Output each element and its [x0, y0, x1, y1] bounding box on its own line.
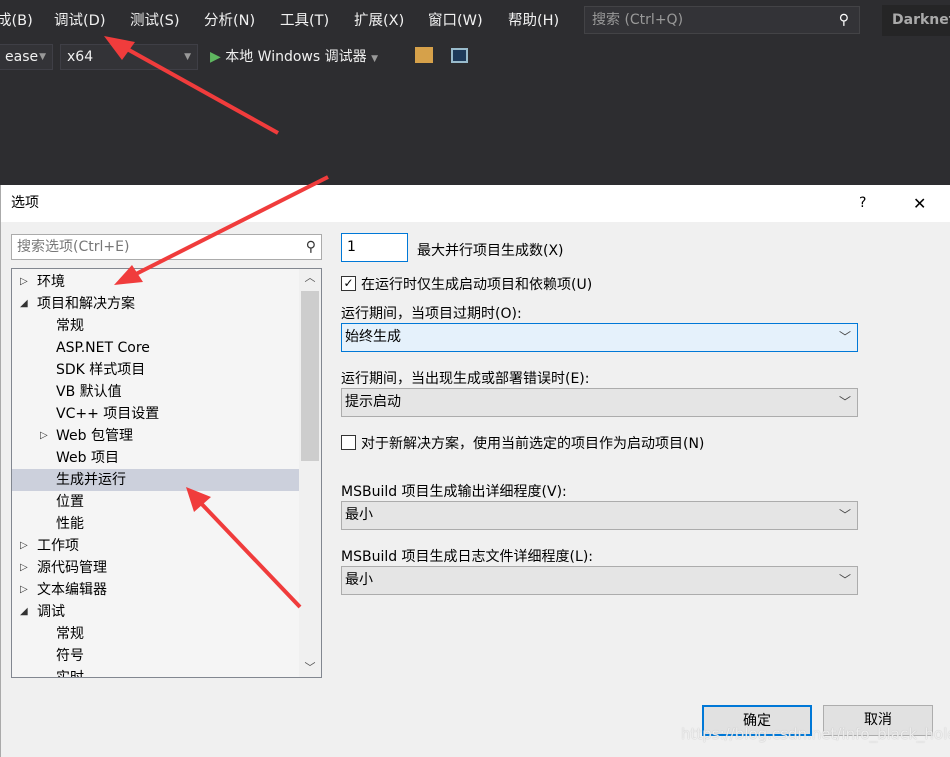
tree-item[interactable]: 性能 [12, 513, 299, 535]
new-solution-checkbox[interactable] [341, 435, 356, 450]
tree-item-label: 工作项 [37, 538, 79, 554]
only-build-startup-label: 在运行时仅生成启动项目和依赖项(U) [361, 277, 593, 293]
project-name: Darknet [882, 5, 950, 36]
tree-item-label: 源代码管理 [37, 560, 107, 576]
tree-item[interactable]: 生成并运行 [12, 469, 299, 491]
tree-item[interactable]: ▷ 文本编辑器 [12, 579, 299, 601]
tree-item-label: 文本编辑器 [37, 582, 107, 598]
tree-item[interactable]: ASP.NET Core [12, 337, 299, 359]
tree-item[interactable]: Web 项目 [12, 447, 299, 469]
tree-item-label: 项目和解决方案 [37, 296, 135, 312]
tree-item[interactable]: ◢ 项目和解决方案 [12, 293, 299, 315]
tree-item[interactable]: ▷ 源代码管理 [12, 557, 299, 579]
tree-item-label: 环境 [37, 274, 65, 290]
msbuild-log-label: MSBuild 项目生成日志文件详细程度(L): [341, 549, 593, 565]
tree-item[interactable]: ▷ Web 包管理 [12, 425, 299, 447]
chevron-down-icon: ﹀ [838, 395, 851, 409]
home-window-icon[interactable] [451, 48, 468, 63]
menu-item[interactable]: 窗口(W) [428, 8, 483, 34]
tree-item[interactable]: 符号 [12, 645, 299, 667]
tree-item-label: 实时 [56, 670, 84, 678]
expand-icon[interactable]: ▷ [20, 579, 28, 601]
help-button[interactable]: ? [859, 185, 866, 222]
menu-item[interactable]: 分析(N) [204, 8, 255, 34]
tree-item[interactable]: 实时 [12, 667, 299, 678]
platform-dropdown[interactable]: x64 ▼ [60, 44, 198, 70]
tree-item-label: 符号 [56, 648, 84, 664]
collapse-icon[interactable]: ◢ [20, 293, 28, 315]
options-search-input[interactable]: 搜索选项(Ctrl+E) ⚲ [11, 234, 322, 260]
chevron-down-icon: ﹀ [838, 573, 851, 587]
error-label: 运行期间，当出现生成或部署错误时(E): [341, 371, 590, 387]
options-dialog: 选项 ? ✕ 搜索选项(Ctrl+E) ⚲ ▷ 环境 ◢ 项目和解决方案常规 ASP.NE… [0, 185, 950, 757]
msbuild-log-dropdown[interactable]: 最小 ﹀ [341, 566, 858, 595]
tree-item[interactable]: 位置 [12, 491, 299, 513]
new-solution-label: 对于新解决方案，使用当前选定的项目作为启动项目(N) [361, 436, 705, 452]
msbuild-output-label: MSBuild 项目生成输出详细程度(V): [341, 484, 567, 500]
search-icon: ⚲ [838, 12, 849, 28]
start-debug-button[interactable]: ▶ 本地 Windows 调试器 ▼ [210, 44, 378, 70]
tree-item[interactable]: VC++ 项目设置 [12, 403, 299, 425]
error-dropdown[interactable]: 提示启动 ﹀ [341, 388, 858, 417]
tree-item[interactable]: 常规 [12, 623, 299, 645]
tree-item-label: 位置 [56, 494, 84, 510]
tree-item[interactable]: VB 默认值 [12, 381, 299, 403]
find-folder-icon[interactable] [415, 47, 433, 63]
scrollbar-thumb[interactable] [301, 291, 319, 461]
play-icon: ▶ [210, 49, 221, 65]
tree-item-label: SDK 样式项目 [56, 362, 146, 378]
msbuild-output-dropdown[interactable]: 最小 ﹀ [341, 501, 858, 530]
tree-item[interactable]: ▷ 环境 [12, 271, 299, 293]
menu-item[interactable]: 扩展(X) [354, 8, 404, 34]
tree-item[interactable]: ◢ 调试 [12, 601, 299, 623]
tree-item-label: 调试 [37, 604, 65, 620]
expand-icon[interactable]: ▷ [20, 535, 28, 557]
outdated-label: 运行期间，当项目过期时(O): [341, 306, 522, 322]
max-parallel-input[interactable]: 1 [341, 233, 408, 262]
tree-item[interactable]: SDK 样式项目 [12, 359, 299, 381]
menu-item[interactable]: 工具(T) [280, 8, 329, 34]
tree-item-label: VB 默认值 [56, 384, 122, 400]
dialog-titlebar: 选项 ? ✕ [1, 185, 950, 222]
outdated-dropdown[interactable]: 始终生成 ﹀ [341, 323, 858, 352]
quick-search-input[interactable]: 搜索 (Ctrl+Q) ⚲ [584, 6, 860, 34]
close-button[interactable]: ✕ [913, 185, 926, 222]
tree-item-label: ASP.NET Core [56, 340, 150, 356]
menu-item[interactable]: 调试(D) [54, 8, 105, 34]
tree-item-label: VC++ 项目设置 [56, 406, 160, 422]
options-tree: ▷ 环境 ◢ 项目和解决方案常规 ASP.NET Core SDK 样式项目 VB 默认值 V… [11, 268, 322, 678]
expand-icon[interactable]: ▷ [20, 557, 28, 579]
tree-item[interactable]: 常规 [12, 315, 299, 337]
expand-icon[interactable]: ▷ [20, 271, 28, 293]
tree-item-label: 生成并运行 [56, 472, 126, 488]
chevron-down-icon: ﹀ [838, 330, 851, 344]
menu-item[interactable]: 测试(S) [130, 8, 180, 34]
collapse-icon[interactable]: ◢ [20, 601, 28, 623]
menu-item[interactable]: 成(B) [0, 8, 33, 34]
config-dropdown[interactable]: ease ▼ [0, 44, 53, 70]
tree-item-label: 常规 [56, 626, 84, 642]
menu-item[interactable]: 帮助(H) [508, 8, 559, 34]
tree-item-label: 性能 [56, 516, 84, 532]
watermark: https://blog.csdn.net/info_black_hole [681, 725, 950, 743]
tree-scrollbar[interactable]: ︿ ﹀ [299, 269, 321, 677]
tree-item[interactable]: ▷ 工作项 [12, 535, 299, 557]
search-icon: ⚲ [305, 239, 316, 255]
chevron-down-icon: ﹀ [838, 508, 851, 522]
tree-item-label: Web 包管理 [56, 428, 133, 444]
tree-item-label: 常规 [56, 318, 84, 334]
expand-icon[interactable]: ▷ [40, 425, 48, 447]
only-build-startup-checkbox[interactable]: ✓ [341, 276, 356, 291]
max-parallel-label: 最大并行项目生成数(X) [417, 243, 564, 259]
tree-item-label: Web 项目 [56, 450, 119, 466]
